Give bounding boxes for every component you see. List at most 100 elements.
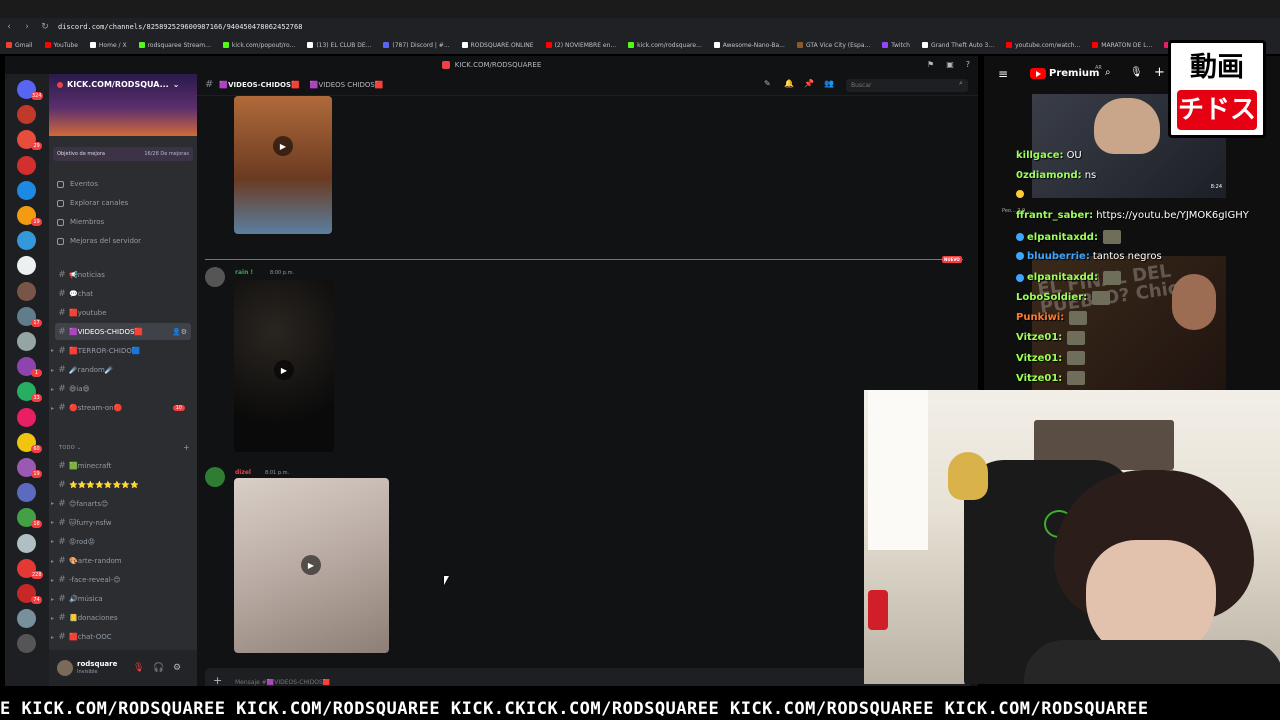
back-icon[interactable]: ‹: [0, 22, 18, 32]
server-icon[interactable]: [17, 634, 36, 654]
screen-icon[interactable]: ▣: [946, 60, 954, 69]
bookmark-item[interactable]: youtube.com/watch...: [1000, 42, 1086, 49]
youtube-logo-icon[interactable]: [1030, 68, 1046, 79]
mic-icon[interactable]: 🎙: [1130, 67, 1143, 78]
avatar[interactable]: [205, 267, 225, 287]
server-icon[interactable]: [17, 180, 36, 200]
thread-breadcrumb[interactable]: 🟪VIDEOS CHIDOS🟥: [310, 81, 384, 89]
chevron-right-icon[interactable]: ▸: [51, 347, 54, 354]
bookmark-item[interactable]: MARATON DE L...: [1086, 42, 1158, 49]
channel-item[interactable]: # 📢noticias: [55, 266, 191, 283]
bookmark-item[interactable]: YouTube: [39, 42, 84, 49]
channel-item[interactable]: # 🟩minecraft: [55, 457, 191, 474]
search-icon[interactable]: ⌕: [1105, 67, 1111, 78]
bookmark-item[interactable]: kick.com/popout/ro...: [217, 42, 301, 49]
menu-icon[interactable]: ≡: [998, 67, 1008, 81]
attach-plus-icon[interactable]: +: [213, 674, 222, 686]
chevron-right-icon[interactable]: ▸: [51, 558, 54, 565]
bookmark-item[interactable]: Gmail: [0, 42, 39, 49]
chevron-right-icon[interactable]: ▸: [51, 615, 54, 622]
category-todo[interactable]: TODO ⌄: [59, 445, 81, 451]
channel-item[interactable]: ▸ # 🔴stream-on🔴 10: [51, 400, 191, 417]
channel-item[interactable]: ▸ # ☄️random☄️: [51, 362, 191, 379]
bookmark-item[interactable]: RODSQUARE.ONLINE: [456, 42, 540, 49]
channel-item[interactable]: ▸ # 😊fanarts😊: [51, 495, 191, 512]
bookmark-item[interactable]: GTA Vice City (Espa...: [791, 42, 876, 49]
channel-item[interactable]: ▸ # -face-reveal-😊: [51, 572, 191, 589]
breadcrumb[interactable]: 🟪VIDEOS-CHIDOS🟥: [219, 81, 299, 89]
pin-icon[interactable]: 📌: [804, 79, 814, 88]
channel-item[interactable]: ▸ # 📒donaciones: [51, 610, 191, 627]
create-icon[interactable]: +: [1154, 65, 1165, 80]
channel-item[interactable]: ▸ # 🔊música: [51, 591, 191, 608]
avatar[interactable]: [57, 660, 73, 676]
channel-item[interactable]: # ⭐⭐⭐⭐⭐⭐⭐⭐: [55, 476, 191, 493]
chevron-right-icon[interactable]: ▸: [51, 596, 54, 603]
bookmark-item[interactable]: Awesome-Nano-Ba...: [708, 42, 791, 49]
video-attachment[interactable]: ▶: [234, 280, 334, 452]
threads-icon[interactable]: ✎: [764, 79, 771, 88]
server-icon[interactable]: [17, 533, 36, 553]
message-input[interactable]: [235, 676, 835, 686]
server-icon[interactable]: [17, 483, 36, 503]
play-icon[interactable]: ▶: [273, 136, 293, 156]
bookmark-item[interactable]: (13) EL CLUB DE...: [301, 42, 377, 49]
chevron-right-icon[interactable]: ▸: [51, 367, 54, 374]
avatar[interactable]: [205, 467, 225, 487]
bookmark-item[interactable]: kick.com/rodsquare...: [622, 42, 708, 49]
channel-item[interactable]: # 🟥youtube: [55, 304, 191, 321]
channel-item[interactable]: # 🟪VIDEOS-CHIDOS🟥 👤⚙: [55, 323, 191, 341]
boost-goal-bar[interactable]: Objetivo de mejora 16/28 De mejoras: [53, 147, 193, 161]
chevron-right-icon[interactable]: ▸: [51, 634, 54, 641]
server-nav-item[interactable]: Explorar canales: [57, 199, 128, 207]
server-icon[interactable]: [17, 231, 36, 251]
video-attachment[interactable]: ▶: [234, 478, 389, 653]
server-icon[interactable]: [17, 105, 36, 125]
channel-item[interactable]: ▸ # 🐱furry-nsfw: [51, 514, 191, 531]
bookmark-item[interactable]: Twitch: [876, 42, 916, 49]
forward-icon[interactable]: ›: [18, 22, 36, 32]
channel-item[interactable]: ▸ # 😡rod😡: [51, 533, 191, 550]
chevron-right-icon[interactable]: ▸: [51, 386, 54, 393]
chevron-right-icon[interactable]: ▸: [51, 538, 54, 545]
bookmark-item[interactable]: rodsquaree Stream...: [133, 42, 217, 49]
server-icon[interactable]: [17, 332, 36, 351]
channel-item[interactable]: ▸ # 🟥chat-OOC: [51, 629, 191, 646]
server-nav-item[interactable]: Miembros: [57, 218, 104, 226]
bookmark-item[interactable]: Grand Theft Auto 3...: [916, 42, 1000, 49]
search-input[interactable]: [846, 79, 968, 92]
url-field[interactable]: discord.com/channels/825892529600987166/…: [58, 23, 302, 31]
bookmark-item[interactable]: Home / X: [84, 42, 133, 49]
gear-icon[interactable]: ⚙: [173, 663, 181, 673]
reload-icon[interactable]: ↻: [36, 22, 54, 32]
server-icon[interactable]: [17, 609, 36, 629]
server-icon[interactable]: [17, 155, 36, 175]
server-name[interactable]: KICK.COM/RODSQUA... ⌄: [57, 80, 179, 89]
chevron-right-icon[interactable]: ▸: [51, 519, 54, 526]
server-nav-item[interactable]: Mejoras del servidor: [57, 237, 141, 245]
server-nav-item[interactable]: Eventos: [57, 180, 98, 188]
message-author[interactable]: dizel: [235, 469, 251, 476]
help-icon[interactable]: ?: [966, 60, 970, 69]
chevron-right-icon[interactable]: ▸: [51, 500, 54, 507]
channel-item[interactable]: ▸ # 🟥TERROR-CHIDO🟦: [51, 342, 191, 359]
pin-icon[interactable]: ⚑: [927, 60, 934, 69]
channel-item[interactable]: # 💬chat: [55, 285, 191, 302]
add-channel-icon[interactable]: +: [183, 443, 190, 452]
video-attachment[interactable]: ▶: [234, 96, 332, 234]
message-author[interactable]: rain !: [235, 269, 253, 276]
server-icon[interactable]: [17, 256, 36, 276]
bookmark-item[interactable]: (2) NOVIEMBRE en...: [540, 42, 623, 49]
channel-settings-icon[interactable]: 👤⚙: [172, 328, 187, 336]
channel-item[interactable]: ▸ # 😄ia😄: [51, 381, 191, 398]
mic-muted-icon[interactable]: 🎙: [133, 663, 144, 673]
server-icon[interactable]: [17, 407, 36, 427]
channel-item[interactable]: ▸ # 🎨arte-random: [51, 553, 191, 570]
server-icon[interactable]: [17, 281, 36, 301]
chevron-right-icon[interactable]: ▸: [51, 577, 54, 584]
headphones-icon[interactable]: 🎧: [153, 663, 164, 673]
bell-icon[interactable]: 🔔: [784, 79, 794, 88]
members-icon[interactable]: 👥: [824, 79, 834, 88]
chevron-right-icon[interactable]: ▸: [51, 405, 54, 412]
play-icon[interactable]: ▶: [274, 360, 294, 380]
